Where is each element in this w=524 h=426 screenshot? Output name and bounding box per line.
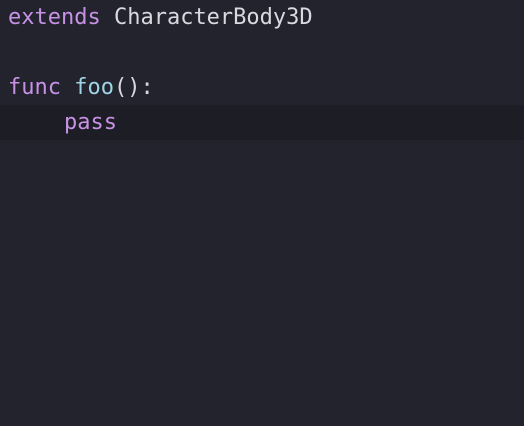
code-line-3[interactable]: func foo(): (0, 70, 524, 105)
code-editor[interactable]: extends CharacterBody3D func foo(): pass (0, 0, 524, 426)
keyword-func: func (8, 75, 61, 100)
keyword-extends: extends (8, 5, 101, 30)
parameter-list: (): (113, 75, 154, 100)
code-line-2[interactable] (0, 35, 524, 70)
function-name: foo (74, 75, 114, 100)
keyword-pass: pass (64, 110, 117, 135)
current-code-line[interactable]: pass (0, 105, 524, 140)
base-class-name: CharacterBody3D (113, 5, 313, 30)
code-line-1[interactable]: extends CharacterBody3D (0, 0, 524, 35)
